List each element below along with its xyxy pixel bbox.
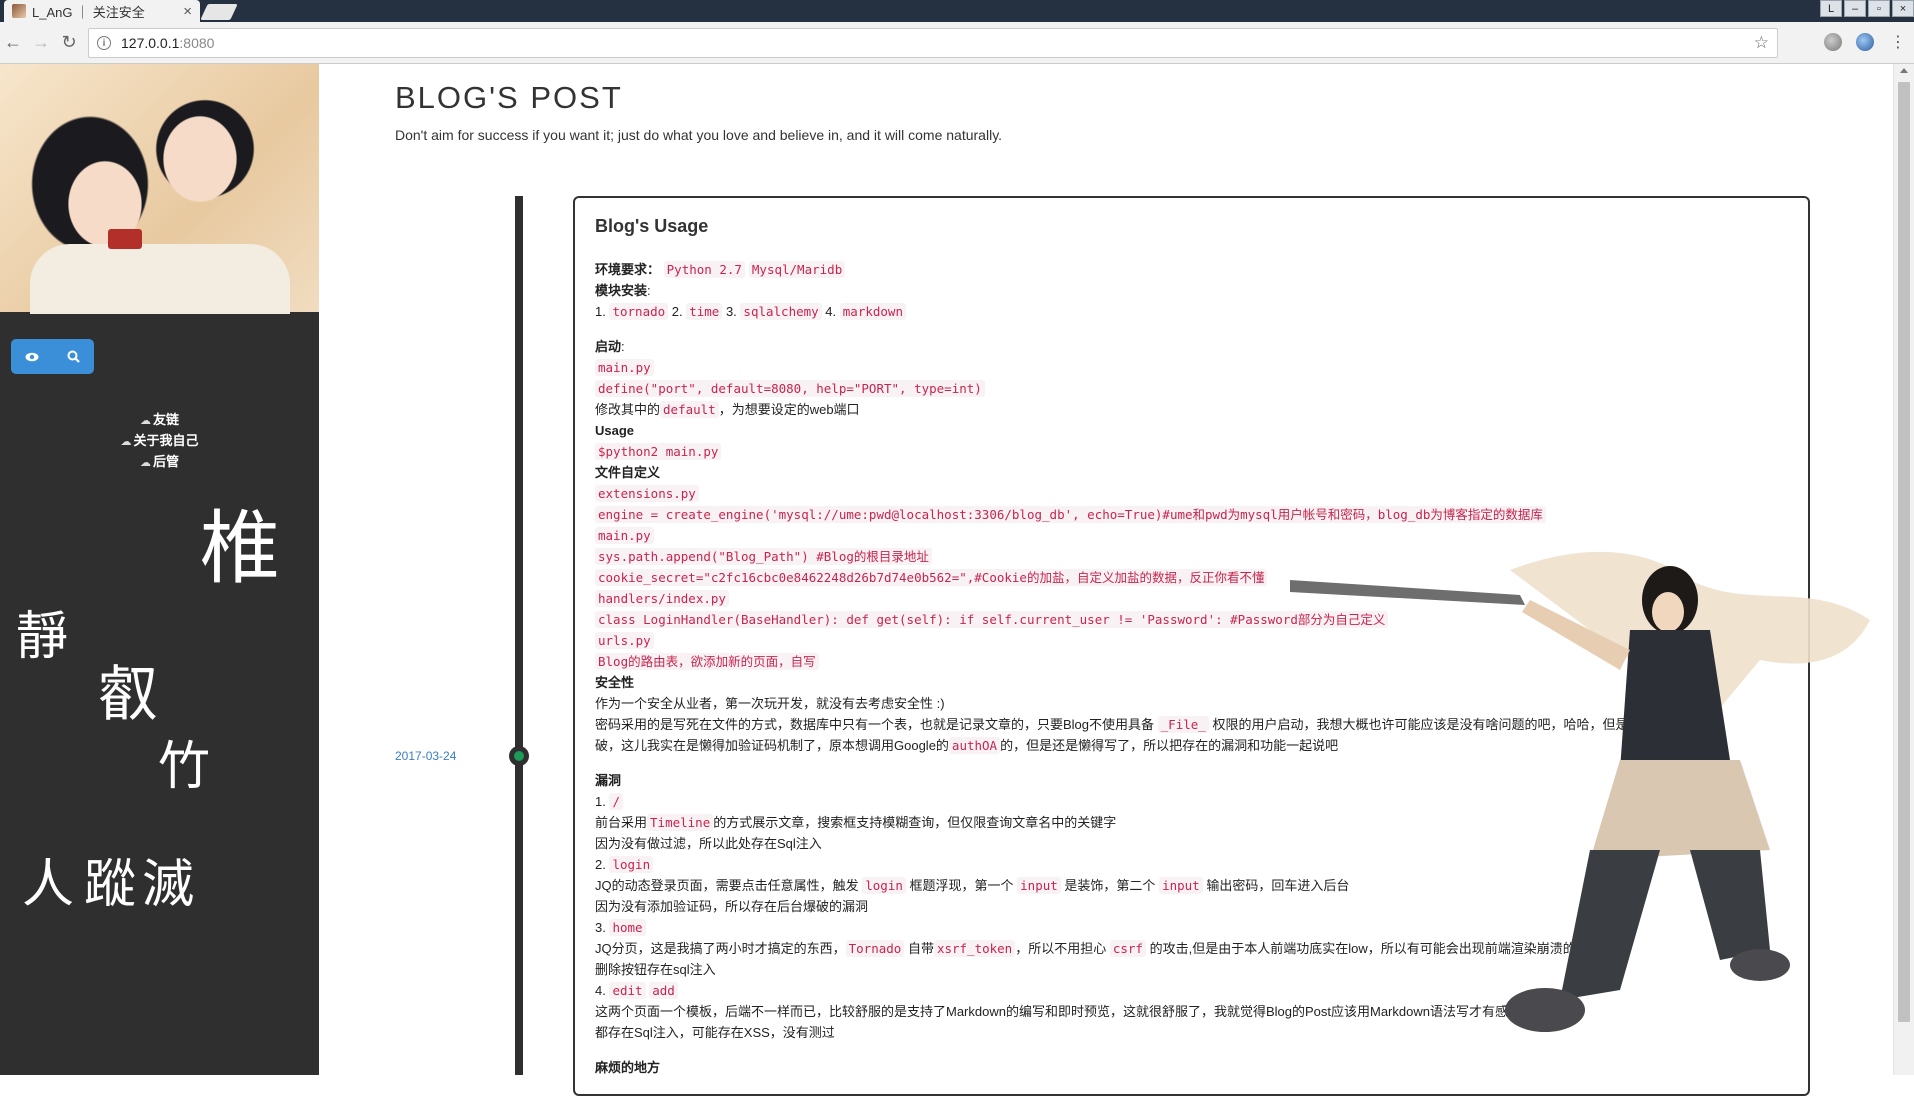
- post-card: Blog's Usage 环境要求： Python 2.7 Mysql/Marid…: [573, 196, 1810, 1096]
- code-line: extensions.py: [595, 483, 1788, 504]
- site-info-icon[interactable]: i: [97, 36, 111, 50]
- vuln-item-1: 1. /: [595, 791, 1788, 812]
- calligraphy-char: 叡: [98, 660, 158, 730]
- browser-toolbar: ← → ↻ i 127.0.0.1 :8080 ☆ ⋮: [0, 22, 1914, 64]
- usage-heading: Usage: [595, 423, 635, 438]
- eye-icon: [25, 352, 39, 361]
- search-button[interactable]: [53, 339, 95, 374]
- scroll-up-icon[interactable]: [1900, 68, 1908, 73]
- vuln-text: JQ分页，这是我搞了两小时才搞定的东西， Tornado 自带 xsrf_token…: [595, 940, 1602, 957]
- maximize-icon[interactable]: ▫: [1868, 0, 1890, 17]
- nav-link-about[interactable]: 关于我自己: [0, 431, 319, 452]
- url-host: 127.0.0.1: [121, 35, 180, 51]
- code-line: class LoginHandler(BaseHandler): def get…: [595, 609, 1788, 630]
- code-line: define("port", default=8080, help="PORT"…: [595, 378, 1788, 399]
- inline-code: time: [686, 303, 723, 320]
- code-line: engine = create_engine('mysql://ume:pwd@…: [595, 504, 1788, 525]
- sidebar-button-group: [11, 339, 94, 374]
- extension-vpn-icon[interactable]: [1856, 33, 1874, 51]
- vuln-item-2: 2. login: [595, 854, 1788, 875]
- sidebar-nav: 友链 关于我自己 后管: [0, 410, 319, 473]
- profile-button[interactable]: L: [1820, 0, 1842, 17]
- calligraphy-char: 靜: [16, 607, 69, 667]
- post-date[interactable]: 2017-03-24: [395, 749, 456, 763]
- security-heading: 安全性: [595, 675, 635, 690]
- inline-code: Mysql/Maridb: [748, 261, 846, 278]
- forward-icon[interactable]: →: [30, 31, 52, 53]
- security-text: 密码采用的是写死在文件的方式，数据库中只有一个表，也就是记录文章的，只要Blog…: [595, 716, 1694, 733]
- hero-bow: [108, 229, 142, 249]
- view-button[interactable]: [11, 339, 53, 374]
- nav-link-friends[interactable]: 友链: [0, 410, 319, 431]
- code-line: main.py: [595, 357, 1788, 378]
- inline-code: Python 2.7: [663, 261, 745, 278]
- back-icon[interactable]: ←: [2, 31, 24, 53]
- modules-list: 1. tornado 2. time 3. sqlalchemy 4. mark…: [595, 301, 1788, 322]
- browser-menu-icon[interactable]: ⋮: [1890, 32, 1906, 52]
- vuln-item-4: 4. edit add: [595, 980, 1788, 1001]
- minimize-icon[interactable]: –: [1844, 0, 1866, 17]
- code-line: cookie_secret="c2fc16cbc0e8462248d26b7d7…: [595, 567, 1788, 588]
- timeline-line: [515, 196, 523, 1075]
- modules-label: 模块安装: [595, 283, 648, 298]
- vuln-text: 因为没有添加验证码，所以存在后台爆破的漏洞: [595, 899, 869, 914]
- favicon-icon: [12, 4, 26, 18]
- code-line: sys.path.append("Blog_Path") #Blog的根目录地址: [595, 546, 1788, 567]
- modules-line: 模块安装:: [595, 283, 651, 298]
- inline-code: sqlalchemy: [740, 303, 822, 320]
- vuln-text: 删除按钮存在sql注入: [595, 962, 716, 977]
- url-port: :8080: [179, 35, 215, 51]
- vuln-heading: 漏洞: [595, 773, 622, 788]
- window-close-icon[interactable]: ×: [1892, 0, 1914, 17]
- new-tab-button[interactable]: [200, 4, 238, 20]
- sidebar: 友链 关于我自己 后管 椎 靜 叡 竹 人 蹤 滅: [0, 64, 319, 1075]
- extension-globe-icon[interactable]: [1824, 33, 1842, 51]
- nav-link-admin[interactable]: 后管: [0, 452, 319, 473]
- env-line: 环境要求： Python 2.7 Mysql/Maridb: [595, 259, 1788, 280]
- start-heading: 启动:: [595, 339, 625, 354]
- calligraphy-char: 椎: [200, 502, 280, 595]
- page-title: BLOG'S POST: [395, 80, 623, 115]
- browser-tab[interactable]: L_AnG ｜ 关注安全 ×: [4, 0, 200, 22]
- scroll-thumb[interactable]: [1898, 82, 1910, 1022]
- hero-figure: [30, 244, 290, 314]
- timeline-dot: [509, 746, 529, 766]
- tab-close-icon[interactable]: ×: [183, 3, 192, 20]
- security-text: 作为一个安全从业者，第一次玩开发，就没有去考虑安全性 :): [595, 696, 945, 711]
- vuln-text: 前台采用 Timeline 的方式展示文章，搜索框支持模糊查询，但仅限查询文章名中的…: [595, 814, 1117, 831]
- vuln-text: 因为没有做过滤，所以此处存在Sql注入: [595, 836, 822, 851]
- vuln-item-3: 3. home: [595, 917, 1788, 938]
- sidebar-hero-image: [0, 64, 319, 314]
- calligraphy-char: 滅: [142, 855, 195, 915]
- vuln-text: JQ的动态登录页面，需要点击任意属性，触发 login 框题浮现，第一个 inp…: [595, 877, 1350, 894]
- bookmark-star-icon[interactable]: ☆: [1754, 33, 1769, 53]
- page-scrollbar[interactable]: [1893, 64, 1914, 1075]
- start-text: 修改其中的 default ，为想要设定的web端口: [595, 401, 860, 418]
- custom-heading: 文件自定义: [595, 465, 661, 480]
- calligraphy-char: 人: [22, 855, 75, 915]
- search-icon: [67, 350, 80, 363]
- env-label: 环境要求：: [595, 262, 661, 277]
- code-line: main.py: [595, 525, 1788, 546]
- security-text: 破，这儿我实在是懒得加验证码机制了，原本想调用Google的 authOA 的，但是…: [595, 737, 1339, 754]
- page-subtitle: Don't aim for success if you want it; ju…: [395, 127, 1003, 143]
- code-line: $python2 main.py: [595, 441, 1788, 462]
- inline-code: tornado: [609, 303, 669, 320]
- reload-icon[interactable]: ↻: [58, 31, 80, 53]
- vuln-text: 都存在Sql注入，可能存在XSS，没有测过: [595, 1025, 835, 1040]
- calligraphy-char: 竹: [158, 737, 211, 797]
- code-line: Blog的路由表，欲添加新的页面，自写: [595, 651, 1788, 672]
- vuln-text: 这两个页面一个模板，后端不一样而已，比较舒服的是支持了Markdown的编写和即…: [595, 1004, 1521, 1019]
- calligraphy-char: 蹤: [84, 855, 137, 915]
- inline-code: markdown: [839, 303, 906, 320]
- browser-titlebar: L_AnG ｜ 关注安全 × L – ▫ ×: [0, 0, 1914, 22]
- window-controls: L – ▫ ×: [1818, 0, 1914, 18]
- tab-title: L_AnG ｜ 关注安全: [32, 4, 145, 20]
- address-bar[interactable]: i 127.0.0.1 :8080 ☆: [88, 28, 1778, 58]
- code-line: handlers/index.py: [595, 588, 1788, 609]
- code-line: urls.py: [595, 630, 1788, 651]
- post-title[interactable]: Blog's Usage: [595, 216, 1788, 237]
